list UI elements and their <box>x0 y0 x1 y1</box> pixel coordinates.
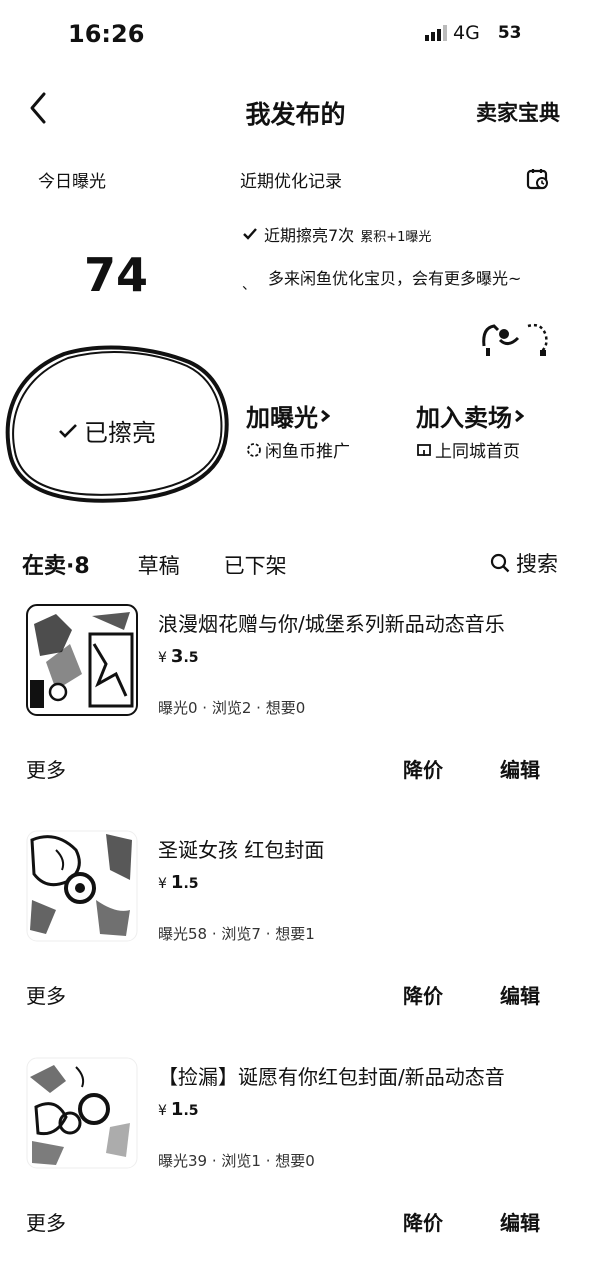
recent-polish-count: 近期擦亮7次 <box>264 226 355 245</box>
price-decimal: .5 <box>183 876 199 892</box>
product-title: 圣诞女孩 红包封面 <box>158 838 325 862</box>
more-button[interactable]: 更多 <box>26 1207 66 1236</box>
product-thumbnail[interactable] <box>26 1057 138 1169</box>
shop-icon <box>417 443 431 456</box>
reduce-price-button[interactable]: 降价 <box>403 980 443 1009</box>
check-icon <box>59 423 77 438</box>
tab-removed[interactable]: 已下架 <box>224 550 287 580</box>
product-title: 【捡漏】诞愿有你红包封面/新品动态音 <box>158 1065 505 1089</box>
boost-exposure-sub: 闲鱼币推广 <box>265 442 350 462</box>
today-exposure-label: 今日曝光 <box>38 172 106 192</box>
product-price: ¥3.5 <box>158 646 199 667</box>
reduce-price-button[interactable]: 降价 <box>403 1207 443 1236</box>
chevron-left-icon <box>30 92 46 124</box>
recent-polish-extra: 累积+1曝光 <box>360 230 432 245</box>
join-market-button[interactable]: 加入卖场 上同城首页 <box>416 398 524 462</box>
status-time: 16:26 <box>68 20 145 48</box>
price-integer: 3 <box>170 646 184 667</box>
product-stats: 曝光58 · 浏览7 · 想要1 <box>158 925 315 943</box>
join-market-title: 加入卖场 <box>416 404 512 432</box>
product-stats: 曝光0 · 浏览2 · 想要0 <box>158 699 306 717</box>
page-title: 我发布的 <box>245 100 346 129</box>
back-button[interactable] <box>22 88 62 128</box>
price-integer: 1 <box>170 872 184 893</box>
bullet-icon: 、 <box>242 277 256 293</box>
boost-exposure-button[interactable]: 加曝光 闲鱼币推广 <box>246 398 350 462</box>
chevron-right-icon <box>321 409 330 422</box>
price-decimal: .5 <box>183 1103 199 1119</box>
recent-tip-text: 多来闲鱼优化宝贝，会有更多曝光~ <box>268 269 522 288</box>
join-market-sub: 上同城首页 <box>435 442 520 462</box>
search-button[interactable]: 搜索 <box>490 548 558 578</box>
polished-button[interactable]: 已擦亮 <box>58 413 156 448</box>
check-icon <box>243 228 257 240</box>
edit-button[interactable]: 编辑 <box>500 980 540 1009</box>
product-card[interactable]: 浪漫烟花赠与你/城堡系列新品动态音乐 ¥3.5 曝光0 · 浏览2 · 想要0 … <box>0 604 591 832</box>
status-indicators: 4G 53 <box>425 22 521 44</box>
product-thumbnail[interactable] <box>26 830 138 942</box>
signal-icon <box>425 25 447 41</box>
mascot-icon <box>478 316 554 360</box>
polished-label: 已擦亮 <box>84 419 156 447</box>
edit-button[interactable]: 编辑 <box>500 754 540 783</box>
chevron-right-icon <box>515 409 524 422</box>
currency-symbol: ¥ <box>158 1103 167 1119</box>
reduce-price-button[interactable]: 降价 <box>403 754 443 783</box>
more-button[interactable]: 更多 <box>26 980 66 1009</box>
battery-level: 53 <box>497 23 522 43</box>
today-exposure-value: 74 <box>84 248 149 302</box>
product-price: ¥1.5 <box>158 1099 199 1120</box>
search-icon <box>490 553 510 573</box>
currency-symbol: ¥ <box>158 876 167 892</box>
seller-guide-link[interactable]: 卖家宝典 <box>476 97 560 127</box>
tab-selling[interactable]: 在卖·8 <box>22 548 90 580</box>
price-decimal: .5 <box>183 650 199 666</box>
product-card[interactable]: 【捡漏】诞愿有你红包封面/新品动态音 ¥1.5 曝光39 · 浏览1 · 想要0… <box>0 1057 591 1285</box>
more-button[interactable]: 更多 <box>26 754 66 783</box>
currency-symbol: ¥ <box>158 650 167 666</box>
calendar-icon[interactable] <box>526 167 550 191</box>
price-integer: 1 <box>170 1099 184 1120</box>
recent-optimization-title: 近期优化记录 <box>240 172 342 192</box>
product-price: ¥1.5 <box>158 872 199 893</box>
product-title: 浪漫烟花赠与你/城堡系列新品动态音乐 <box>158 612 505 636</box>
recent-tip: 、 多来闲鱼优化宝贝，会有更多曝光~ <box>242 265 546 293</box>
product-stats: 曝光39 · 浏览1 · 想要0 <box>158 1152 315 1170</box>
tab-drafts[interactable]: 草稿 <box>138 550 180 580</box>
recent-polish-record: 近期擦亮7次 累积+1曝光 <box>242 222 431 246</box>
boost-exposure-title: 加曝光 <box>246 404 318 432</box>
coin-icon <box>247 442 261 457</box>
network-type: 4G <box>453 22 480 44</box>
edit-button[interactable]: 编辑 <box>500 1207 540 1236</box>
search-label: 搜索 <box>516 552 558 576</box>
listing-tabs: 在卖·8 草稿 已下架 <box>22 548 287 580</box>
product-card[interactable]: 圣诞女孩 红包封面 ¥1.5 曝光58 · 浏览7 · 想要1 更多 降价 编辑 <box>0 830 591 1058</box>
product-thumbnail[interactable] <box>26 604 138 716</box>
